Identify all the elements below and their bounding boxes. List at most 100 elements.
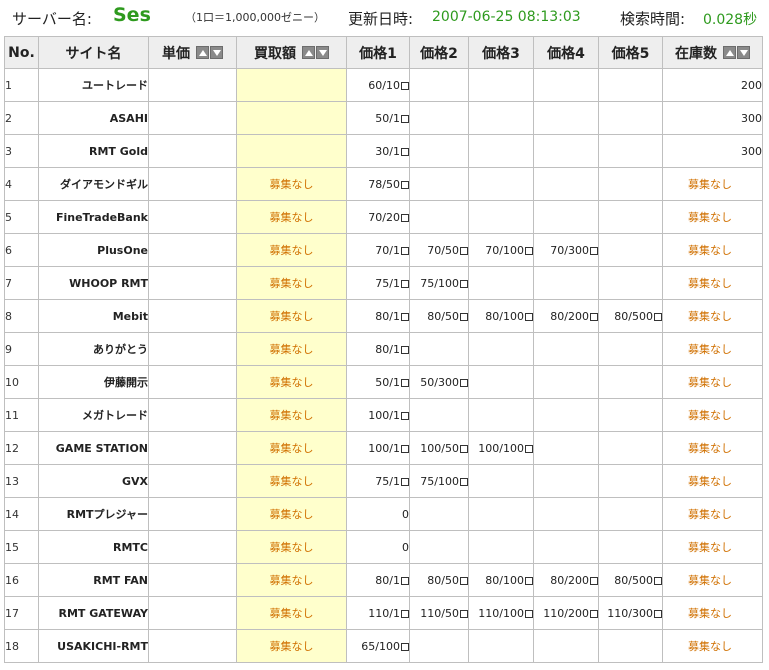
checkbox-icon[interactable] bbox=[460, 477, 468, 486]
price1-cell: 80/1 bbox=[346, 299, 410, 333]
price3-cell bbox=[468, 68, 534, 102]
checkbox-icon[interactable] bbox=[401, 609, 409, 618]
price5-cell bbox=[598, 68, 663, 102]
site-name-link[interactable]: USAKICHI-RMT bbox=[38, 629, 149, 663]
checkbox-icon[interactable] bbox=[654, 609, 662, 618]
sort-ascending-icon[interactable] bbox=[196, 46, 209, 59]
price2-cell bbox=[409, 167, 469, 201]
stock-cell: 300 bbox=[662, 101, 763, 135]
checkbox-icon[interactable] bbox=[401, 411, 409, 420]
unit-price-cell bbox=[148, 398, 237, 432]
checkbox-icon[interactable] bbox=[525, 576, 533, 585]
unit-price-cell bbox=[148, 497, 237, 531]
checkbox-icon[interactable] bbox=[401, 642, 409, 651]
checkbox-icon[interactable] bbox=[460, 444, 468, 453]
site-name-link[interactable]: RMTC bbox=[38, 530, 149, 564]
price-value: 110/1 bbox=[368, 606, 400, 620]
buy-price-cell: 募集なし bbox=[236, 167, 347, 201]
site-name-link[interactable]: ダイアモンドギル bbox=[38, 167, 149, 201]
checkbox-icon[interactable] bbox=[401, 180, 409, 189]
price4-cell bbox=[533, 134, 599, 168]
checkbox-icon[interactable] bbox=[401, 246, 409, 255]
sort-descending-icon[interactable] bbox=[737, 46, 750, 59]
site-name-link[interactable]: ありがとう bbox=[38, 332, 149, 366]
checkbox-icon[interactable] bbox=[525, 312, 533, 321]
checkbox-icon[interactable] bbox=[401, 114, 409, 123]
buy-price-cell: 募集なし bbox=[236, 464, 347, 498]
stock-cell: 200 bbox=[662, 68, 763, 102]
checkbox-icon[interactable] bbox=[590, 246, 598, 255]
site-name-link[interactable]: RMT FAN bbox=[38, 563, 149, 597]
price4-cell bbox=[533, 629, 599, 663]
checkbox-icon[interactable] bbox=[401, 213, 409, 222]
price3-cell bbox=[468, 530, 534, 564]
checkbox-icon[interactable] bbox=[654, 576, 662, 585]
checkbox-icon[interactable] bbox=[401, 576, 409, 585]
price3-cell bbox=[468, 200, 534, 234]
sort-ascending-icon[interactable] bbox=[723, 46, 736, 59]
site-name-link[interactable]: PlusOne bbox=[38, 233, 149, 267]
checkbox-icon[interactable] bbox=[401, 345, 409, 354]
checkbox-icon[interactable] bbox=[460, 279, 468, 288]
price4-cell bbox=[533, 431, 599, 465]
checkbox-icon[interactable] bbox=[460, 246, 468, 255]
checkbox-icon[interactable] bbox=[401, 444, 409, 453]
checkbox-icon[interactable] bbox=[460, 609, 468, 618]
site-name-link[interactable]: Mebit bbox=[38, 299, 149, 333]
row-number: 5 bbox=[4, 200, 39, 234]
site-name-link[interactable]: ユートレード bbox=[38, 68, 149, 102]
price5-cell bbox=[598, 167, 663, 201]
price4-cell bbox=[533, 332, 599, 366]
unit-price-cell bbox=[148, 233, 237, 267]
site-name-link[interactable]: 伊藤開示 bbox=[38, 365, 149, 399]
site-name-link[interactable]: RMTプレジャー bbox=[38, 497, 149, 531]
checkbox-icon[interactable] bbox=[460, 378, 468, 387]
site-name-link[interactable]: WHOOP RMT bbox=[38, 266, 149, 300]
price3-cell bbox=[468, 398, 534, 432]
price-value: 80/1 bbox=[375, 573, 400, 587]
checkbox-icon[interactable] bbox=[525, 609, 533, 618]
checkbox-icon[interactable] bbox=[401, 378, 409, 387]
row-number: 11 bbox=[4, 398, 39, 432]
price-value: 70/100 bbox=[485, 243, 524, 257]
price1-cell: 0 bbox=[346, 530, 410, 564]
site-name-link[interactable]: ASAHI bbox=[38, 101, 149, 135]
price5-cell bbox=[598, 365, 663, 399]
price1-cell: 100/1 bbox=[346, 398, 410, 432]
price5-cell bbox=[598, 200, 663, 234]
checkbox-icon[interactable] bbox=[401, 279, 409, 288]
site-name-link[interactable]: RMT GATEWAY bbox=[38, 596, 149, 630]
price-value: 75/1 bbox=[375, 276, 400, 290]
site-name-link[interactable]: GAME STATION bbox=[38, 431, 149, 465]
price3-cell bbox=[468, 134, 534, 168]
price4-cell: 80/200 bbox=[533, 299, 599, 333]
row-number: 4 bbox=[4, 167, 39, 201]
col-price4: 価格4 bbox=[533, 36, 599, 69]
stock-cell: 募集なし bbox=[662, 233, 763, 267]
checkbox-icon[interactable] bbox=[654, 312, 662, 321]
checkbox-icon[interactable] bbox=[525, 444, 533, 453]
site-name-link[interactable]: GVX bbox=[38, 464, 149, 498]
checkbox-icon[interactable] bbox=[590, 609, 598, 618]
sort-ascending-icon[interactable] bbox=[302, 46, 315, 59]
checkbox-icon[interactable] bbox=[525, 246, 533, 255]
unit-price-cell bbox=[148, 167, 237, 201]
site-name-link[interactable]: RMT Gold bbox=[38, 134, 149, 168]
checkbox-icon[interactable] bbox=[401, 477, 409, 486]
checkbox-icon[interactable] bbox=[590, 576, 598, 585]
checkbox-icon[interactable] bbox=[590, 312, 598, 321]
site-name-link[interactable]: FineTradeBank bbox=[38, 200, 149, 234]
unit-price-cell bbox=[148, 332, 237, 366]
price4-cell bbox=[533, 464, 599, 498]
price-table: No. サイト名 単価 買取額 価格1 価格2 価格3 価格4 価格5 在庫数 … bbox=[4, 36, 763, 663]
checkbox-icon[interactable] bbox=[460, 576, 468, 585]
sort-descending-icon[interactable] bbox=[210, 46, 223, 59]
sort-descending-icon[interactable] bbox=[316, 46, 329, 59]
checkbox-icon[interactable] bbox=[401, 81, 409, 90]
price1-cell: 0 bbox=[346, 497, 410, 531]
site-name-link[interactable]: メガトレード bbox=[38, 398, 149, 432]
price-value: 100/1 bbox=[368, 441, 400, 455]
checkbox-icon[interactable] bbox=[460, 312, 468, 321]
checkbox-icon[interactable] bbox=[401, 312, 409, 321]
checkbox-icon[interactable] bbox=[401, 147, 409, 156]
